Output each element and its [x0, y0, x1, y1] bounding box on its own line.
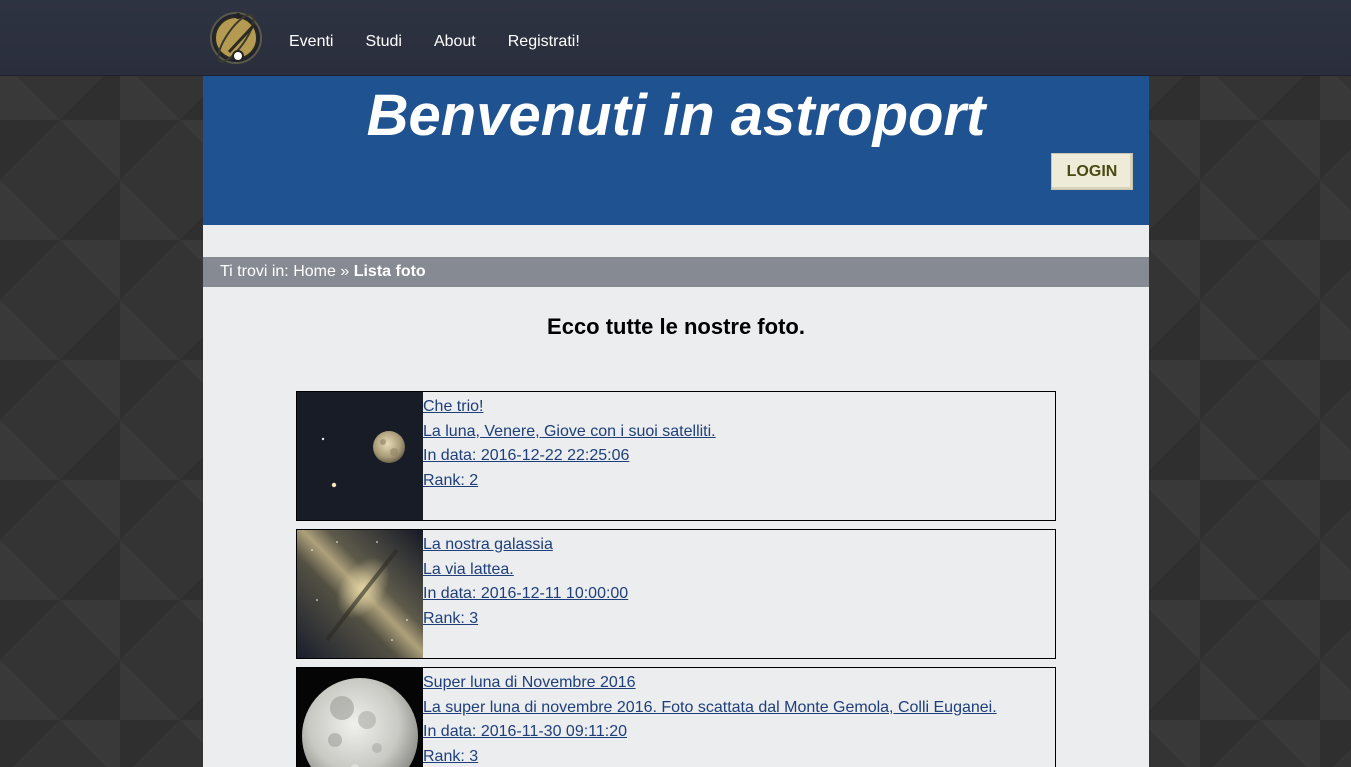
- site-title: Benvenuti in astroport: [366, 83, 986, 148]
- breadcrumb-home-link[interactable]: Home: [293, 263, 336, 280]
- top-navbar: Eventi Studi About Registrati!: [0, 0, 1351, 76]
- photo-rank-link[interactable]: Rank: 3: [423, 607, 628, 632]
- nav-item-about[interactable]: About: [434, 33, 476, 51]
- photo-list: Che trio! La luna, Venere, Giove con i s…: [296, 391, 1056, 767]
- photo-info: Che trio! La luna, Venere, Giove con i s…: [423, 392, 716, 520]
- photo-list-item: La nostra galassia La via lattea. In dat…: [296, 529, 1056, 659]
- photo-info: La nostra galassia La via lattea. In dat…: [423, 530, 628, 658]
- photo-description-link[interactable]: La via lattea.: [423, 558, 628, 583]
- photo-date-link[interactable]: In data: 2016-12-22 22:25:06: [423, 444, 716, 469]
- super-moon-image: [297, 668, 423, 767]
- main-nav: Eventi Studi About Registrati!: [289, 33, 612, 51]
- photo-thumbnail[interactable]: [297, 668, 423, 767]
- nav-item-eventi[interactable]: Eventi: [289, 33, 333, 51]
- photo-thumbnail[interactable]: [297, 392, 423, 520]
- photo-description-link[interactable]: La super luna di novembre 2016. Foto sca…: [423, 696, 997, 721]
- site-header: Benvenuti in astroport LOGIN: [203, 76, 1149, 225]
- photo-info: Super luna di Novembre 2016 La super lun…: [423, 668, 997, 767]
- photo-thumbnail[interactable]: [297, 530, 423, 658]
- photo-title-link[interactable]: La nostra galassia: [423, 533, 628, 558]
- photo-title-link[interactable]: Super luna di Novembre 2016: [423, 671, 997, 696]
- photo-description-link[interactable]: La luna, Venere, Giove con i suoi satell…: [423, 420, 716, 445]
- photo-list-item: Che trio! La luna, Venere, Giove con i s…: [296, 391, 1056, 521]
- moon-planets-image: [297, 392, 423, 520]
- astroport-logo-icon[interactable]: [207, 7, 267, 67]
- photo-rank-link[interactable]: Rank: 2: [423, 469, 716, 494]
- main-container: Benvenuti in astroport LOGIN Ti trovi in…: [203, 76, 1149, 767]
- breadcrumb-current: Lista foto: [353, 263, 426, 280]
- milky-way-image: [297, 530, 423, 658]
- breadcrumb-separator: »: [340, 263, 350, 280]
- photo-date-link[interactable]: In data: 2016-11-30 09:11:20: [423, 720, 997, 745]
- breadcrumb: Ti trovi in: Home » Lista foto: [203, 257, 1149, 287]
- page-heading: Ecco tutte le nostre foto.: [547, 314, 805, 339]
- nav-item-registrati[interactable]: Registrati!: [508, 33, 580, 51]
- login-button[interactable]: LOGIN: [1051, 153, 1133, 190]
- photo-rank-link[interactable]: Rank: 3: [423, 745, 997, 767]
- breadcrumb-prefix: Ti trovi in:: [220, 263, 289, 280]
- nav-item-studi[interactable]: Studi: [365, 33, 401, 51]
- photo-list-item: Super luna di Novembre 2016 La super lun…: [296, 667, 1056, 767]
- photo-title-link[interactable]: Che trio!: [423, 395, 716, 420]
- photo-date-link[interactable]: In data: 2016-12-11 10:00:00: [423, 582, 628, 607]
